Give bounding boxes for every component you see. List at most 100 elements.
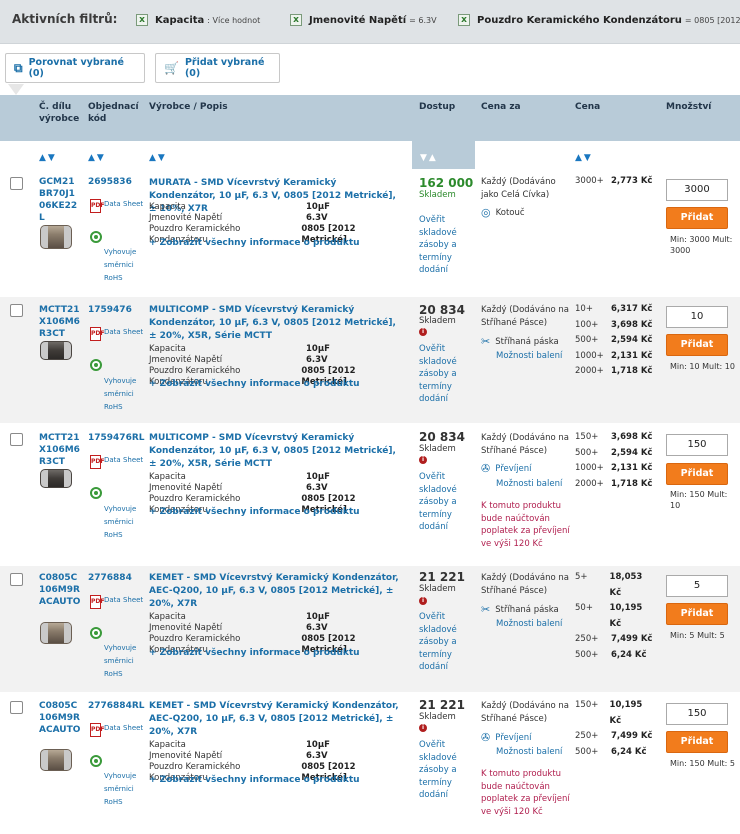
datasheet-link[interactable]: PDF Data Sheet [90,199,143,213]
check-stock-link[interactable]: Ověřit skladové zásoby a termíny dodání [419,471,469,534]
filter-napeti[interactable]: x Jmenovité Napětí = 6.3V [290,14,437,26]
compare-label: Porovnat vybrané (0) [28,57,124,79]
product-image[interactable] [40,469,72,488]
check-stock-link[interactable]: Ověřit skladové zásoby a termíny dodání [419,343,469,406]
sort-desc-arrows-icon[interactable]: ▲▼ [149,153,167,163]
check-stock-link[interactable]: Ověřit skladové zásoby a termíny dodání [419,214,469,277]
info-icon[interactable]: i [419,597,427,605]
check-stock-link[interactable]: Ověřit skladové zásoby a termíny dodání [419,739,469,802]
show-more-link[interactable]: + Zobrazit všechny informace o produktu [149,648,360,658]
header-description: Výrobce / Popis [149,102,228,112]
sort-row [0,141,740,169]
row-select-checkbox[interactable] [10,701,23,714]
header-price-for: Cena za [481,102,521,112]
pdf-icon: PDF [90,455,104,469]
order-code[interactable]: 1759476 [88,305,132,315]
add-to-cart-button[interactable]: Přidat [666,207,728,229]
datasheet-link[interactable]: PDF Data Sheet [90,455,143,469]
reel-icon: ◎ [481,206,491,219]
packaging-options-link[interactable]: Možnosti balení [496,619,562,629]
sort-price-arrows-icon[interactable]: ▲▼ [575,153,593,163]
compare-selected-button[interactable]: ⧉ Porovnat vybrané (0) [5,53,145,83]
min-mult-text: Min: 5 Mult: 5 [670,631,725,640]
pdf-icon: PDF [90,327,104,341]
product-description[interactable]: KEMET - SMD Vícevrstvý Keramický Kondenz… [149,700,401,739]
rohs-label: Vyhovuje směrnici RoHS [104,644,137,678]
add-to-cart-button[interactable]: Přidat [666,603,728,625]
sort-order-arrows-icon[interactable]: ▲▼ [88,153,106,163]
manufacturer-part-number[interactable]: MCTT21X106M6R3CT [39,432,81,468]
product-image[interactable] [40,341,72,360]
packaging-option: ✇ Převíjení [481,731,532,744]
product-image[interactable] [40,622,72,644]
pdf-icon: PDF [90,595,104,609]
remove-filter-icon[interactable]: x [458,14,470,26]
add-selected-button[interactable]: 🛒 Přidat vybrané (0) [155,53,280,83]
datasheet-link[interactable]: PDF Data Sheet [90,595,143,609]
product-description[interactable]: MULTICOMP - SMD Vícevrstvý Keramický Kon… [149,304,401,343]
stock-label: Skladem [419,584,456,594]
stock-quantity: 20 834 [419,303,465,317]
manufacturer-part-number[interactable]: C0805C106M9RACAUTO [39,700,81,736]
add-label: Přidat vybrané (0) [184,57,265,79]
filter-value: = 6.3V [409,15,437,25]
price-breaks: 150+ 3,698 Kč 500+ 2,594 Kč 1000+ 2,131 Kč … [575,432,653,489]
filter-name: Pouzdro Keramického Kondenzátoru [477,14,682,26]
quantity-input[interactable]: 150 [666,703,728,725]
stock-label: Skladem [419,190,456,200]
datasheet-link[interactable]: PDF Data Sheet [90,723,143,737]
quantity-input[interactable]: 10 [666,306,728,328]
manufacturer-part-number[interactable]: C0805C106M9RACAUTO [39,572,81,608]
product-description[interactable]: KEMET - SMD Vícevrstvý Keramický Kondenz… [149,572,401,611]
order-code[interactable]: 1759476RL [88,433,145,443]
product-image[interactable] [40,749,72,771]
add-to-cart-button[interactable]: Přidat [666,463,728,485]
info-icon[interactable]: i [419,456,427,464]
product-image[interactable] [40,225,72,249]
show-more-link[interactable]: + Zobrazit všechny informace o produktu [149,507,360,517]
show-more-link[interactable]: + Zobrazit všechny informace o produktu [149,379,360,389]
stock-quantity: 21 221 [419,698,465,712]
order-code[interactable]: 2776884 [88,573,132,583]
packaging-option: ✂ Stříhaná páska [481,335,559,348]
stock-quantity: 20 834 [419,430,465,444]
stock-quantity: 162 000 [419,176,474,190]
manufacturer-part-number[interactable]: GCM21BR70J106KE22L [39,176,81,224]
packaging-options-link[interactable]: Možnosti balení [496,351,562,361]
row-select-checkbox[interactable] [10,433,23,446]
datasheet-link[interactable]: PDF Data Sheet [90,327,143,341]
remove-filter-icon[interactable]: x [290,14,302,26]
add-to-cart-button[interactable]: Přidat [666,334,728,356]
quantity-input[interactable]: 5 [666,575,728,597]
order-code[interactable]: 2695836 [88,177,132,187]
reeling-fee-note: K tomuto produktu bude naúčtován poplate… [481,501,570,549]
manufacturer-part-number[interactable]: MCTT21X106M6R3CT [39,304,81,340]
min-mult-text: Min: 150 Mult: 5 [670,759,735,768]
row-select-checkbox[interactable] [10,177,23,190]
price-breaks: 3000+ 2,773 Kč [575,176,653,186]
table-header: Č. dílu výrobce Objednací kód Výrobce / … [0,95,740,141]
packaging-options-link[interactable]: Možnosti balení [496,747,562,757]
show-more-link[interactable]: + Zobrazit všechny informace o produktu [149,775,360,785]
sort-mpn-arrows-icon[interactable]: ▲▼ [39,153,57,163]
stock-quantity: 21 221 [419,570,465,584]
filter-kapacita[interactable]: x Kapacita : Více hodnot [136,14,260,26]
check-stock-link[interactable]: Ověřit skladové zásoby a termíny dodání [419,611,469,674]
packaging-options-link[interactable]: Možnosti balení [496,479,562,489]
row-select-checkbox[interactable] [10,304,23,317]
filter-pouzdro[interactable]: x Pouzdro Keramického Kondenzátoru = 080… [458,14,740,26]
order-code[interactable]: 2776884RL [88,701,145,711]
info-icon[interactable]: i [419,724,427,732]
rohs-label: Vyhovuje směrnici RoHS [104,377,137,411]
price-breaks: 5+ 18,053 Kč 50+ 10,195 Kč 250+ 7,499 Kč 50… [575,572,653,660]
remove-filter-icon[interactable]: x [136,14,148,26]
rohs-icon [90,755,102,767]
add-to-cart-button[interactable]: Přidat [666,731,728,753]
info-icon[interactable]: i [419,328,427,336]
product-description[interactable]: MULTICOMP - SMD Vícevrstvý Keramický Kon… [149,432,401,471]
sort-availability-arrows-icon[interactable]: ▼▲ [420,153,438,163]
show-more-link[interactable]: + Zobrazit všechny informace o produktu [149,238,360,248]
row-select-checkbox[interactable] [10,573,23,586]
quantity-input[interactable]: 150 [666,434,728,456]
quantity-input[interactable]: 3000 [666,179,728,201]
